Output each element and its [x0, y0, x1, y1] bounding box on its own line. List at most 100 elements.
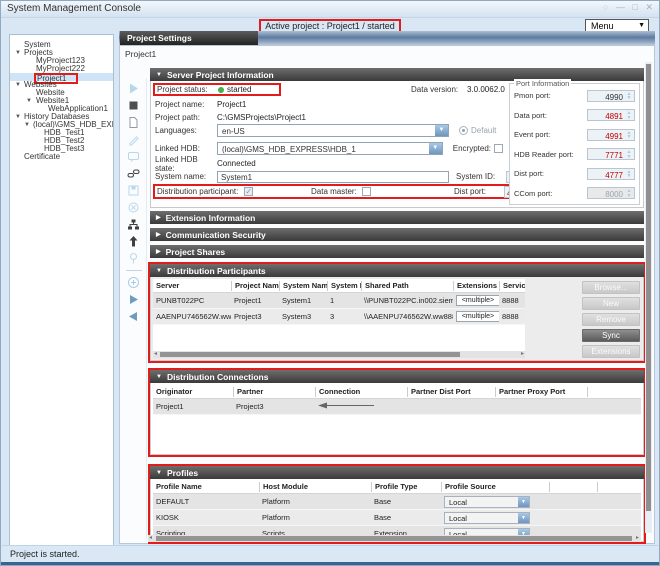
lock-icon: ○	[603, 2, 608, 12]
data-version-label: Data version:	[411, 85, 458, 94]
table-row[interactable]: PUNBT022PC Project1 System1 1 \\PUNBT022…	[153, 293, 525, 309]
minimize-button[interactable]: —	[616, 2, 625, 12]
back-icon[interactable]	[127, 310, 140, 323]
pin-icon[interactable]	[127, 252, 140, 265]
window-title: System Management Console	[7, 3, 141, 14]
table-row[interactable]: KIOSK Platform Base Local▼	[153, 510, 641, 526]
unlink-icon[interactable]	[127, 167, 140, 180]
expand-triangle-icon: ▶	[156, 248, 161, 255]
section-header-project-shares[interactable]: ▶ Project Shares	[150, 245, 644, 258]
event-port-stepper[interactable]: 4991▲▼	[587, 129, 635, 141]
section-header-profiles[interactable]: ▼ Profiles	[150, 466, 644, 479]
extensions-button[interactable]: Extensions	[582, 345, 640, 358]
main-panel: Project Settings Project1	[119, 31, 655, 544]
linked-hdb-dropdown[interactable]: (local)\GMS_HDB_EXPRESS\HDB_1 ▼	[217, 142, 443, 155]
ccom-port-label: CCom port:	[514, 189, 552, 198]
distribution-icon[interactable]	[127, 218, 140, 231]
event-port-label: Event port:	[514, 130, 550, 139]
profile-source-dropdown[interactable]: Local▼	[444, 512, 530, 524]
spinner-arrows-icon[interactable]: ▲▼	[625, 150, 633, 159]
port-information-group: Port Information Pmon port: 4990▲▼ Data …	[509, 83, 640, 205]
start-project-icon[interactable]	[127, 82, 140, 95]
sync-button[interactable]: Sync	[582, 329, 640, 342]
section-header-communication-security[interactable]: ▶ Communication Security	[150, 228, 644, 241]
save-icon[interactable]	[127, 184, 140, 197]
tree-item-myproject222[interactable]: MyProject222	[10, 65, 113, 73]
cancel-icon[interactable]	[127, 201, 140, 214]
project-status-value: started	[227, 85, 251, 94]
close-button[interactable]: ✕	[645, 2, 653, 12]
section-header-extension-information[interactable]: ▶ Extension Information	[150, 211, 644, 224]
participants-horizontal-scrollbar[interactable]: ◂ ▸	[153, 351, 525, 358]
title-bar: System Management Console ○ — □ ✕	[1, 1, 659, 18]
section-distribution-connections: ▼ Distribution Connections Originator Pa…	[148, 368, 646, 457]
status-started-icon	[218, 87, 224, 93]
extensions-dropdown[interactable]: <multiple>	[456, 295, 499, 306]
upload-icon[interactable]	[127, 235, 140, 248]
extensions-dropdown[interactable]: <multiple>	[456, 311, 499, 322]
data-master-checkbox[interactable]	[362, 187, 371, 196]
dist-port-info-label: Dist port:	[514, 169, 544, 178]
scroll-left-icon[interactable]: ◂	[149, 534, 152, 541]
new-button[interactable]: New	[582, 297, 640, 310]
table-row[interactable]: AAENPU746562W.ww888 Project3 System3 3 \…	[153, 309, 525, 325]
section-distribution-participants: ▼ Distribution Participants Server Proje…	[148, 262, 646, 363]
connections-table: Originator Partner Connection Partner Di…	[153, 385, 641, 452]
languages-dropdown[interactable]: en-US ▼	[217, 124, 449, 137]
stop-project-icon[interactable]	[127, 99, 140, 112]
tab-project-settings[interactable]: Project Settings	[120, 31, 258, 45]
languages-label: Languages:	[155, 126, 217, 135]
spinner-arrows-icon[interactable]: ▲▼	[625, 131, 633, 140]
edit-icon[interactable]	[127, 133, 140, 146]
spinner-arrows-icon: ▲▼	[625, 189, 633, 198]
scroll-right-icon[interactable]: ▸	[521, 350, 524, 357]
tree-item-certificate[interactable]: Certificate	[10, 153, 113, 161]
window-bottom-edge	[1, 562, 659, 565]
scroll-left-icon[interactable]: ◂	[154, 350, 157, 357]
table-row[interactable]: Project1 Project3	[153, 399, 641, 415]
ccom-port-stepper: 8000▲▼	[587, 187, 635, 199]
system-management-console-window: System Management Console ○ — □ ✕ Active…	[0, 0, 660, 566]
dist-port-label: Dist port:	[454, 187, 486, 196]
chevron-down-icon[interactable]: ▼	[435, 125, 448, 136]
spinner-arrows-icon[interactable]: ▲▼	[625, 170, 633, 179]
add-icon[interactable]	[127, 276, 140, 289]
pmon-port-stepper[interactable]: 4990▲▼	[587, 90, 635, 102]
content-horizontal-scrollbar[interactable]: ◂ ▸	[148, 535, 640, 542]
table-row[interactable]: DEFAULT Platform Base Local▼	[153, 494, 641, 510]
default-language-radio[interactable]	[459, 126, 468, 135]
spinner-arrows-icon[interactable]: ▲▼	[625, 111, 633, 120]
section-project-shares: ▶ Project Shares	[150, 245, 644, 258]
participants-table: Server Project Name System Name System I…	[153, 279, 525, 358]
forward-icon[interactable]	[127, 293, 140, 306]
linked-hdb-state-value: Connected	[217, 159, 256, 168]
browse-button[interactable]: Browse...	[582, 281, 640, 294]
remove-button[interactable]: Remove	[582, 313, 640, 326]
project-path-label: Project path:	[155, 113, 217, 122]
chevron-down-icon[interactable]: ▼	[518, 513, 529, 523]
hdb-reader-port-stepper[interactable]: 7771▲▼	[587, 148, 635, 160]
project-path-value: C:\GMSProjects\Project1	[217, 113, 306, 122]
section-header-distribution-participants[interactable]: ▼ Distribution Participants	[150, 264, 644, 277]
maximize-button[interactable]: □	[633, 2, 638, 12]
content-vertical-scrollbar[interactable]	[645, 62, 652, 533]
encrypted-checkbox[interactable]	[494, 144, 503, 153]
section-extension-information: ▶ Extension Information	[150, 211, 644, 224]
data-port-stepper[interactable]: 4891▲▼	[587, 109, 635, 121]
profile-source-dropdown[interactable]: Local▼	[444, 496, 530, 508]
expand-triangle-icon: ▶	[156, 231, 161, 238]
section-header-distribution-connections[interactable]: ▼ Distribution Connections	[150, 370, 644, 383]
new-project-icon[interactable]	[127, 116, 140, 129]
annotate-icon[interactable]	[127, 150, 140, 163]
collapse-triangle-icon: ▼	[156, 72, 162, 78]
sections-column: ▼ Server Project Information Project sta…	[150, 46, 644, 543]
system-name-input[interactable]: System1	[217, 171, 449, 183]
project-toolbar	[121, 78, 147, 539]
spinner-arrows-icon[interactable]: ▲▼	[625, 92, 633, 101]
scroll-right-icon[interactable]: ▸	[636, 534, 639, 541]
dist-port-info-stepper[interactable]: 4777▲▼	[587, 168, 635, 180]
distribution-participant-checkbox[interactable]	[244, 187, 253, 196]
chevron-down-icon[interactable]: ▼	[518, 497, 529, 507]
chevron-down-icon[interactable]: ▼	[429, 143, 442, 154]
linked-hdb-label: Linked HDB:	[155, 144, 217, 153]
